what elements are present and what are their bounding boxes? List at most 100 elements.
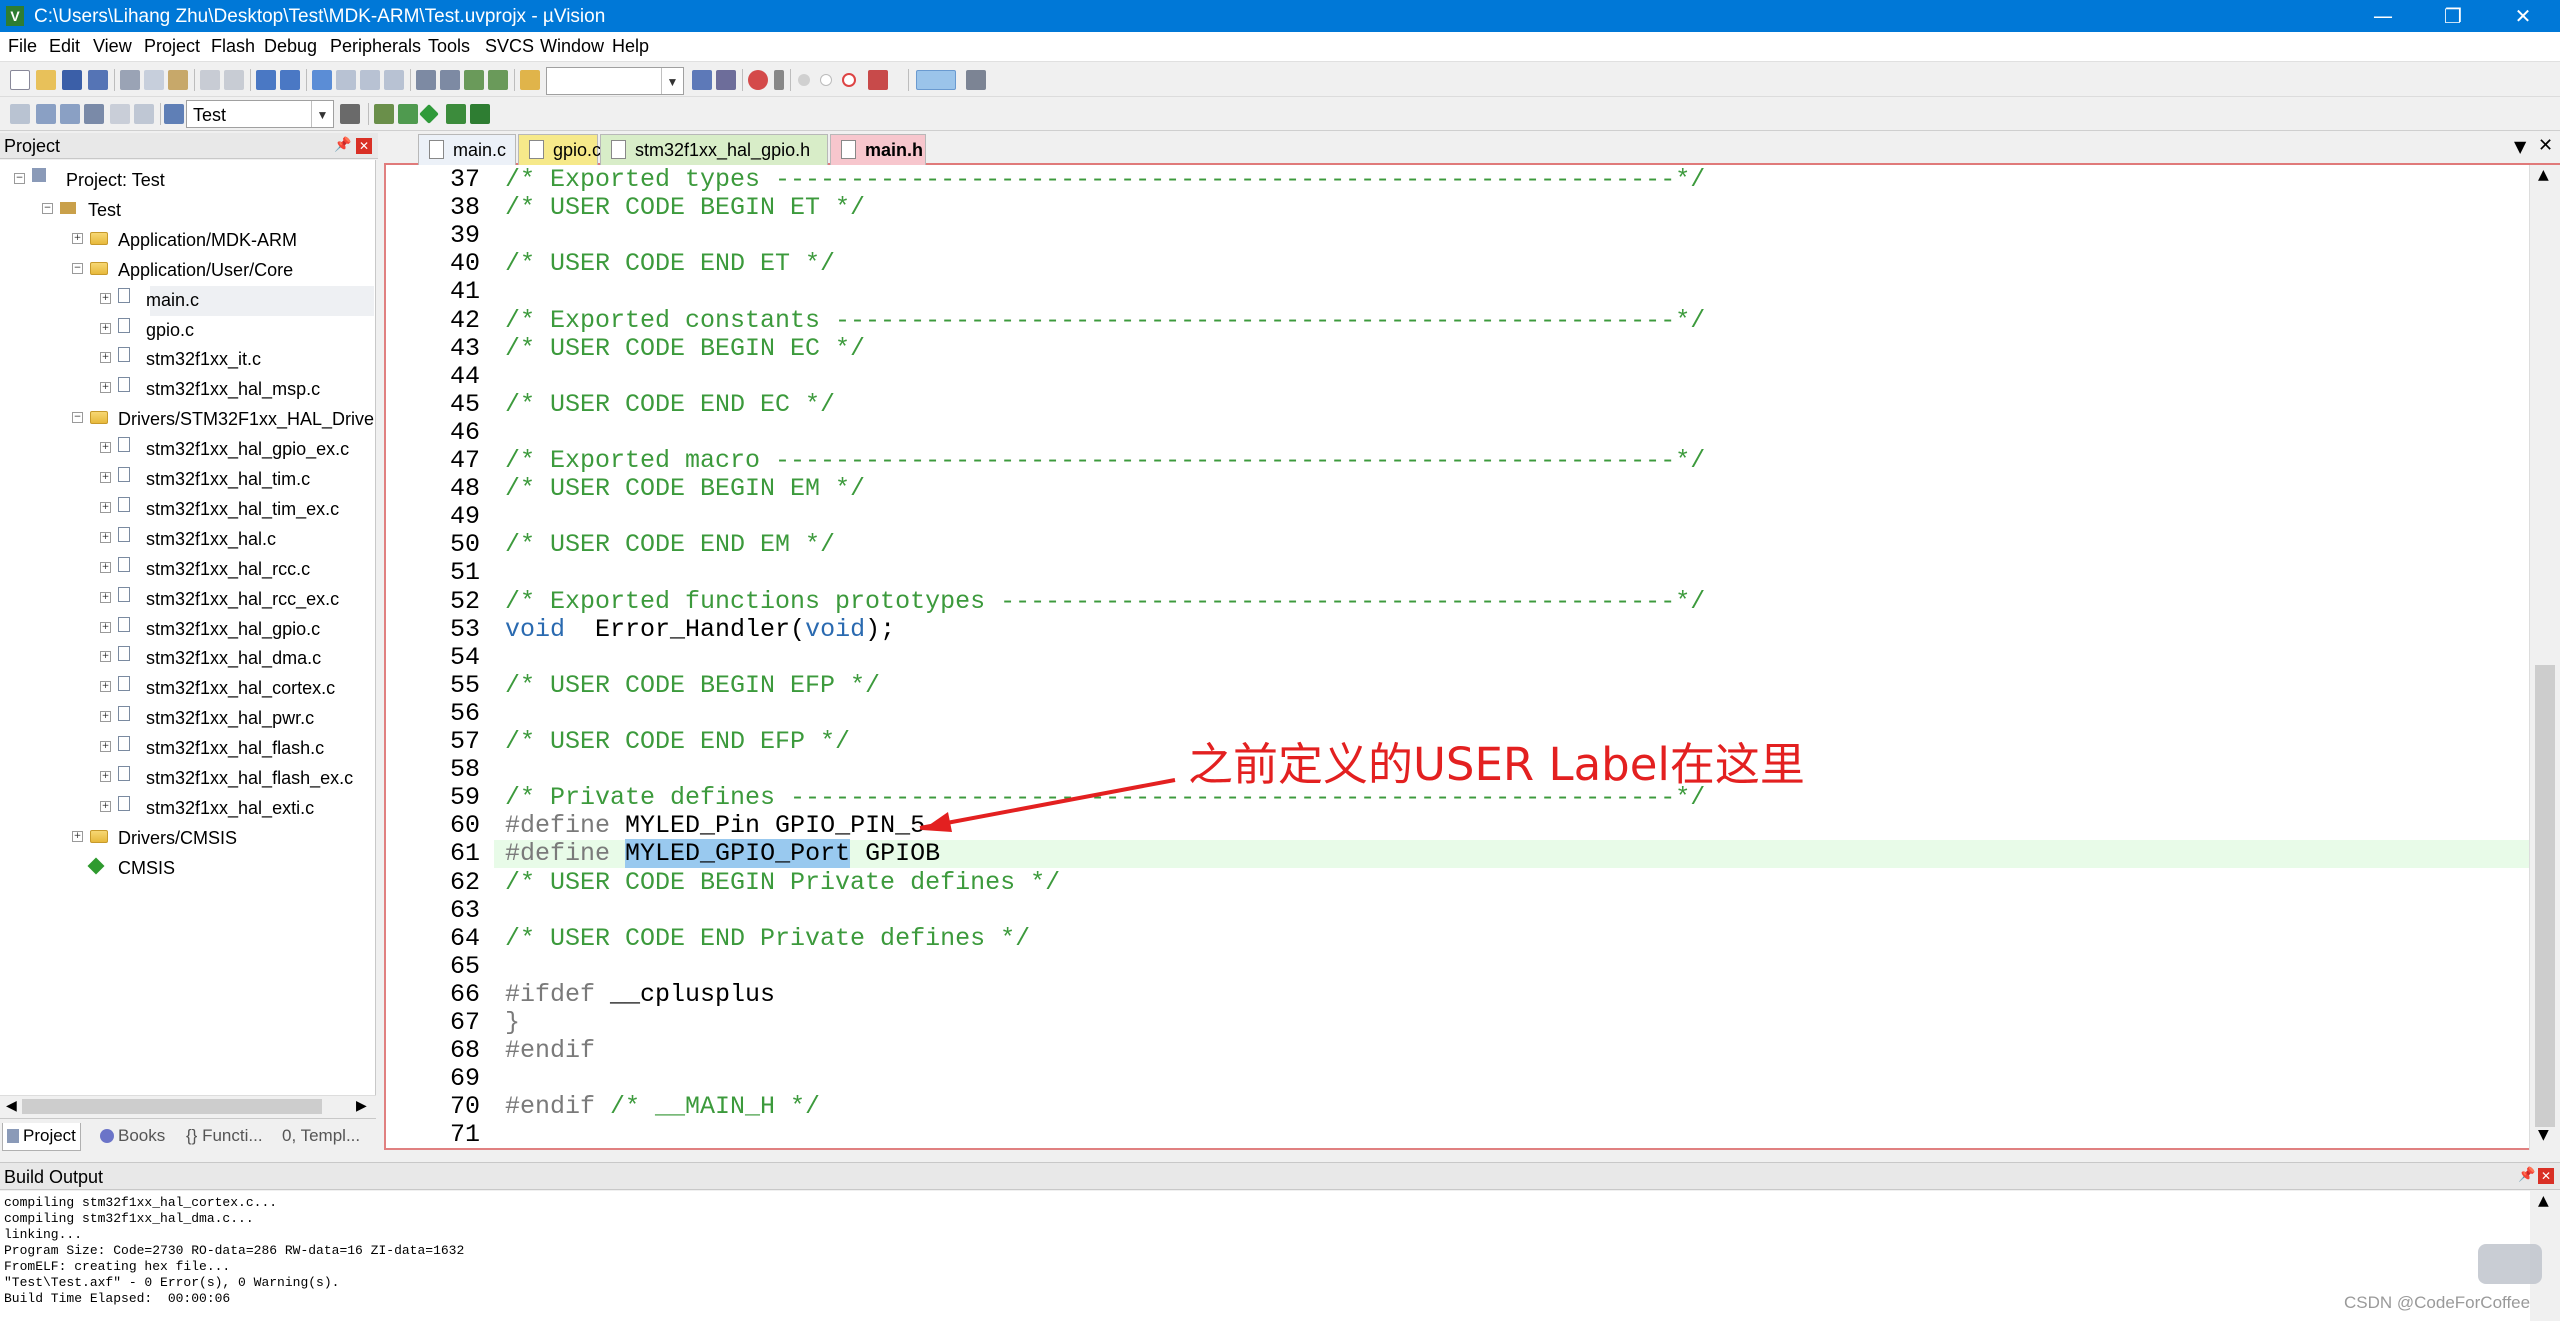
load-target-icon[interactable]: [164, 104, 184, 124]
nav-forward-icon[interactable]: [280, 70, 300, 90]
expand-toggle-icon[interactable]: +: [72, 232, 83, 244]
code-line[interactable]: /* USER CODE END EM */: [505, 531, 835, 559]
translate-icon[interactable]: [10, 104, 30, 124]
code-line[interactable]: /* Exported macro ----------------------…: [505, 447, 1705, 475]
paste-icon[interactable]: [168, 70, 188, 90]
code-editor[interactable]: 37 38 39 40 41 42 43 44 45 46 47 48 49 50 51 52 53 54 55 56…: [384, 165, 2529, 1150]
expand-toggle-icon[interactable]: +: [100, 292, 111, 304]
unindent-icon[interactable]: [440, 70, 460, 90]
tree-node[interactable]: + gpio.c: [0, 314, 375, 344]
scroll-down-icon[interactable]: ▼: [2538, 1127, 2549, 1143]
code-line[interactable]: /* USER CODE END Private defines */: [505, 924, 1030, 953]
rebuild-icon[interactable]: [60, 104, 80, 124]
pin-icon[interactable]: 📌: [334, 137, 351, 153]
tree-node[interactable]: + Drivers/CMSIS: [0, 822, 375, 852]
batch-build-icon[interactable]: [84, 104, 104, 124]
scroll-thumb[interactable]: [22, 1099, 322, 1114]
bookmark-icon[interactable]: [312, 70, 332, 90]
tree-node[interactable]: + stm32f1xx_hal.c: [0, 523, 375, 553]
scroll-right-icon[interactable]: ▶: [356, 1098, 367, 1114]
menu-debug[interactable]: Debug: [264, 36, 317, 57]
window-layout-icon[interactable]: [916, 70, 956, 90]
tree-node[interactable]: − Application/User/Core: [0, 254, 375, 284]
enable-breakpoint-icon[interactable]: [820, 74, 832, 86]
code-line[interactable]: /* Exported types ----------------------…: [505, 166, 1705, 194]
manage-components-icon[interactable]: [374, 104, 394, 124]
close-tab-icon[interactable]: ✕: [2538, 135, 2553, 156]
tree-node[interactable]: + stm32f1xx_hal_exti.c: [0, 792, 375, 822]
expand-toggle-icon[interactable]: +: [100, 531, 111, 543]
menu-edit[interactable]: Edit: [49, 36, 80, 57]
menu-svcs[interactable]: SVCS: [485, 36, 534, 57]
code-line[interactable]: /* Exported functions prototypes -------…: [505, 587, 1705, 616]
code-line[interactable]: /* USER CODE END EC */: [505, 390, 835, 419]
scroll-thumb[interactable]: [2535, 665, 2555, 1127]
code-line[interactable]: #define MYLED_GPIO_Port GPIOB: [505, 839, 940, 869]
expand-toggle-icon[interactable]: +: [100, 711, 111, 723]
configure-icon[interactable]: [966, 70, 986, 90]
select-packs-icon[interactable]: [398, 104, 418, 124]
tree-node[interactable]: + stm32f1xx_hal_rcc.c: [0, 553, 375, 583]
save-icon[interactable]: [62, 70, 82, 90]
tree-node[interactable]: + main.c: [0, 284, 375, 314]
clear-bookmarks-icon[interactable]: [384, 70, 404, 90]
expand-toggle-icon[interactable]: +: [100, 442, 111, 454]
code-line[interactable]: /* USER CODE END EFP */: [505, 728, 850, 756]
code-line[interactable]: #endif /* __MAIN_H */: [505, 1093, 820, 1121]
tree-node[interactable]: + stm32f1xx_hal_gpio_ex.c: [0, 433, 375, 463]
debug-session-icon[interactable]: [748, 70, 768, 90]
tab-gpio-c[interactable]: gpio.c: [518, 134, 601, 165]
editor-vscrollbar[interactable]: ▲ ▼: [2529, 165, 2560, 1150]
expand-toggle-icon[interactable]: −: [14, 173, 25, 184]
expand-toggle-icon[interactable]: +: [100, 382, 111, 394]
close-panel-icon[interactable]: ✕: [2538, 1168, 2554, 1184]
menu-window[interactable]: Window: [540, 36, 604, 57]
code-line[interactable]: /* USER CODE BEGIN EFP */: [505, 671, 880, 700]
code-line[interactable]: /* USER CODE BEGIN Private defines */: [505, 868, 1060, 897]
download-icon[interactable]: [134, 104, 154, 124]
expand-toggle-icon[interactable]: +: [100, 741, 111, 753]
next-bookmark-icon[interactable]: [360, 70, 380, 90]
tab-templates[interactable]: 0, Templ...: [278, 1123, 364, 1151]
build-icon[interactable]: [36, 104, 56, 124]
expand-toggle-icon[interactable]: +: [100, 501, 111, 513]
minimize-button[interactable]: —: [2350, 0, 2416, 32]
tab-main-c[interactable]: main.c: [418, 134, 516, 165]
tree-node[interactable]: + stm32f1xx_hal_msp.c: [0, 373, 375, 403]
scroll-up-icon[interactable]: ▲: [2538, 167, 2549, 183]
tree-node[interactable]: + stm32f1xx_hal_flash_ex.c: [0, 762, 375, 792]
pin-icon[interactable]: 📌: [2518, 1167, 2535, 1183]
save-all-icon[interactable]: [88, 70, 108, 90]
code-line[interactable]: /* USER CODE END ET */: [505, 250, 835, 278]
tree-node[interactable]: − Drivers/STM32F1xx_HAL_Driver: [0, 403, 375, 433]
tab-functions[interactable]: {} Functi...: [182, 1123, 267, 1151]
menu-file[interactable]: File: [8, 36, 37, 57]
code-line[interactable]: #define MYLED_Pin GPIO_PIN_5: [505, 812, 925, 840]
expand-toggle-icon[interactable]: −: [72, 412, 83, 424]
close-panel-icon[interactable]: ✕: [356, 138, 372, 154]
project-hscrollbar[interactable]: ◀ ▶: [0, 1095, 376, 1117]
tree-node[interactable]: + stm32f1xx_hal_cortex.c: [0, 672, 375, 702]
tree-node[interactable]: CMSIS: [0, 852, 375, 882]
expand-toggle-icon[interactable]: +: [100, 322, 111, 334]
tree-node[interactable]: + stm32f1xx_hal_gpio.c: [0, 613, 375, 643]
expand-toggle-icon[interactable]: +: [72, 830, 83, 842]
code-line[interactable]: #endif: [505, 1037, 595, 1065]
tab-hal-gpio-h[interactable]: stm32f1xx_hal_gpio.h: [600, 134, 828, 165]
open-folder-icon[interactable]: [36, 70, 56, 90]
nav-back-icon[interactable]: [256, 70, 276, 90]
pack-installer-icon[interactable]: [446, 104, 466, 124]
kill-breakpoints-icon[interactable]: [868, 70, 888, 90]
expand-toggle-icon[interactable]: −: [42, 202, 53, 214]
disable-breakpoints-icon[interactable]: [842, 73, 856, 87]
code-line[interactable]: }: [505, 1009, 520, 1037]
tree-node[interactable]: − Project: Test: [0, 164, 375, 194]
redo-icon[interactable]: [224, 70, 244, 90]
expand-toggle-icon[interactable]: +: [100, 561, 111, 573]
code-line[interactable]: /* USER CODE BEGIN EC */: [505, 334, 865, 363]
copy-icon[interactable]: [144, 70, 164, 90]
maximize-button[interactable]: ❐: [2420, 0, 2486, 32]
tree-node[interactable]: + stm32f1xx_hal_flash.c: [0, 732, 375, 762]
menu-flash[interactable]: Flash: [211, 36, 255, 57]
tree-node[interactable]: − Test: [0, 194, 375, 224]
